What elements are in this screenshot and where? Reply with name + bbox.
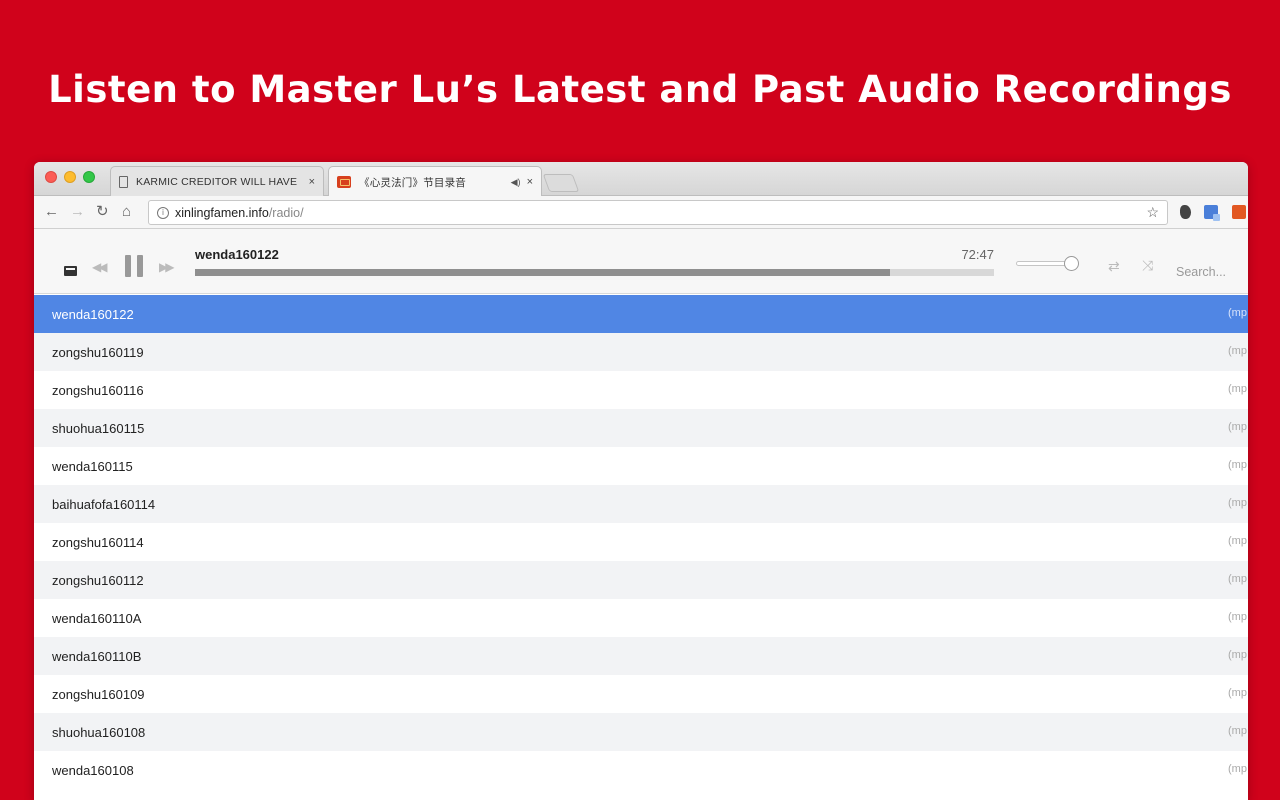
browser-window: KARMIC CREDITOR WILL HAVE × 《心灵法门》节目录音 ◀…	[34, 162, 1248, 800]
window-minimize-icon[interactable]	[64, 171, 76, 183]
track-row[interactable]: zongshu160109 (mp	[34, 675, 1248, 713]
track-format: (mp	[1228, 611, 1247, 623]
track-name: baihuafofa160114	[52, 496, 156, 512]
track-row[interactable]: shuohua160108 (mp	[34, 713, 1248, 751]
volume-slider[interactable]	[1016, 256, 1084, 271]
track-format: (mp	[1228, 687, 1247, 699]
track-duration: 72:47	[961, 247, 994, 262]
audio-player: ◀◀ ▶▶ wenda160122 72:47 ⇄ ⤨	[34, 229, 1248, 294]
track-format: (mp	[1228, 459, 1247, 471]
tab-title: KARMIC CREDITOR WILL HAVE	[136, 175, 298, 188]
forward-icon[interactable]: →	[70, 203, 85, 221]
track-row[interactable]: wenda160115 (mp	[34, 447, 1248, 485]
new-tab-button[interactable]	[542, 174, 580, 192]
search-input[interactable]	[1176, 265, 1248, 279]
track-row[interactable]: wenda160108 (mp	[34, 751, 1248, 789]
playlist-icon[interactable]	[64, 266, 77, 276]
window-maximize-icon[interactable]	[83, 171, 95, 183]
track-row[interactable]: zongshu160112 (mp	[34, 561, 1248, 599]
track-format: (mp	[1228, 383, 1247, 395]
evernote-extension-icon[interactable]	[1180, 205, 1191, 219]
track-name: zongshu160119	[52, 344, 144, 360]
address-bar[interactable]: i xinlingfamen.info /radio/ ☆	[148, 200, 1168, 225]
tab-strip: KARMIC CREDITOR WILL HAVE × 《心灵法门》节目录音 ◀…	[34, 162, 1248, 197]
document-icon	[119, 175, 128, 188]
track-row[interactable]: wenda160122 (mp	[34, 295, 1248, 333]
track-row[interactable]: zongshu160114 (mp	[34, 523, 1248, 561]
track-row[interactable]: zongshu160119 (mp	[34, 333, 1248, 371]
track-name: shuohua160115	[52, 420, 145, 436]
home-icon[interactable]: ⌂	[122, 203, 131, 221]
volume-knob[interactable]	[1063, 256, 1079, 271]
window-close-icon[interactable]	[45, 171, 57, 183]
progress-fill	[195, 269, 891, 276]
speaker-icon[interactable]: ◀)	[511, 177, 521, 188]
headline: Listen to Master Lu’s Latest and Past Au…	[48, 68, 1232, 111]
track-format: (mp	[1228, 535, 1247, 547]
tab-karmic-creditor[interactable]: KARMIC CREDITOR WILL HAVE ×	[110, 166, 324, 196]
track-row[interactable]: shuohua160115 (mp	[34, 409, 1248, 447]
track-format: (mp	[1228, 649, 1247, 661]
browser-toolbar: ← → ↻ ⌂ i xinlingfamen.info /radio/ ☆	[34, 196, 1248, 229]
tab-title: 《心灵法门》节目录音	[359, 176, 466, 189]
repeat-icon[interactable]: ⇄	[1108, 258, 1120, 275]
track-row[interactable]: wenda160110B (mp	[34, 637, 1248, 675]
track-row[interactable]: baihuafofa160114 (mp	[34, 485, 1248, 523]
track-format: (mp	[1228, 763, 1247, 775]
tab-radio[interactable]: 《心灵法门》节目录音 ◀) ×	[328, 166, 542, 197]
track-name: wenda160108	[52, 762, 134, 778]
url-host: xinlingfamen.info	[175, 205, 269, 220]
reload-icon[interactable]: ↻	[96, 203, 109, 221]
track-name: zongshu160116	[52, 382, 144, 398]
track-name: zongshu160109	[52, 686, 145, 702]
track-row[interactable]: wenda160110A (mp	[34, 599, 1248, 637]
track-name: wenda160115	[52, 458, 133, 474]
shuffle-icon[interactable]: ⤨	[1142, 257, 1153, 274]
info-icon[interactable]: i	[157, 206, 169, 219]
track-name: wenda160110A	[52, 610, 142, 626]
now-playing-title: wenda160122	[195, 247, 279, 262]
track-name: wenda160110B	[52, 648, 142, 664]
tab-close-icon[interactable]: ×	[527, 176, 533, 188]
track-format: (mp	[1228, 497, 1247, 509]
previous-icon[interactable]: ◀◀	[92, 260, 108, 274]
back-icon[interactable]: ←	[44, 203, 59, 221]
track-name: wenda160122	[52, 306, 134, 322]
next-icon[interactable]: ▶▶	[159, 260, 175, 274]
pause-icon[interactable]	[125, 255, 143, 277]
track-format: (mp	[1228, 307, 1247, 319]
track-name: zongshu160112	[52, 572, 144, 588]
url-path: /radio/	[268, 205, 304, 220]
progress-bar[interactable]	[195, 269, 994, 276]
tab-close-icon[interactable]: ×	[309, 176, 315, 188]
extension-icon[interactable]	[1232, 205, 1246, 219]
track-name: shuohua160108	[52, 724, 146, 740]
bookmark-star-icon[interactable]: ☆	[1146, 204, 1159, 221]
track-format: (mp	[1228, 421, 1247, 433]
track-format: (mp	[1228, 573, 1247, 585]
site-favicon-icon	[337, 176, 351, 188]
track-row[interactable]: zongshu160116 (mp	[34, 371, 1248, 409]
track-format: (mp	[1228, 725, 1247, 737]
translate-extension-icon[interactable]	[1204, 205, 1220, 221]
track-name: zongshu160114	[52, 534, 144, 550]
track-format: (mp	[1228, 345, 1247, 357]
track-list: wenda160122 (mp zongshu160119 (mp zongshu160…	[34, 295, 1248, 789]
